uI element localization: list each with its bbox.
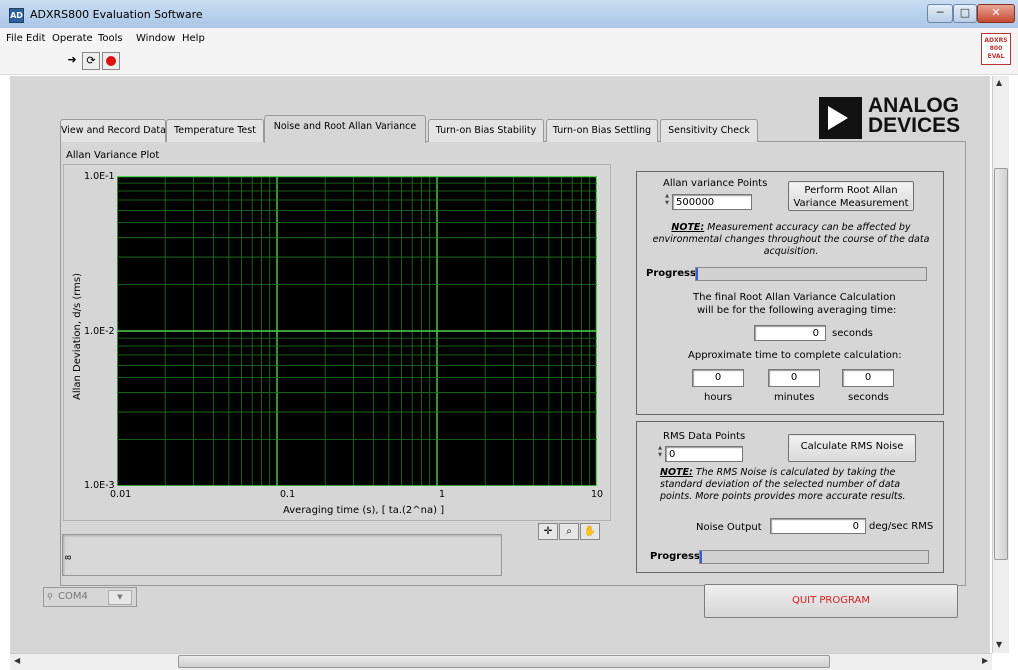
rms-note: NOTE: The RMS Noise is calculated by tak… xyxy=(660,467,928,503)
menu-tools[interactable]: Tools xyxy=(98,33,123,44)
vi-icon-line3: EVAL xyxy=(987,53,1005,60)
app-icon: AD xyxy=(9,8,24,23)
tab-temperature-test[interactable]: Temperature Test xyxy=(166,119,264,142)
rms-progress-fill xyxy=(700,551,703,563)
vi-icon-line2: 800 xyxy=(989,45,1003,52)
rms-progress-label: Progress xyxy=(650,551,700,562)
menu-window[interactable]: Window xyxy=(136,33,175,44)
allan-progress-bar xyxy=(695,267,927,281)
x-tick-label: 1 xyxy=(439,489,446,500)
logo-line1: ANALOG xyxy=(868,94,959,117)
noise-output-label: Noise Output xyxy=(696,522,762,533)
rms-points-input[interactable]: 0 xyxy=(665,446,743,462)
pan-hand-icon[interactable]: ✋ xyxy=(580,523,600,540)
seconds-display: 0 xyxy=(842,369,894,387)
allan-progress-fill xyxy=(696,268,699,280)
logo-line2: DEVICES xyxy=(868,114,961,137)
menu-edit[interactable]: Edit xyxy=(26,33,45,44)
tab-noise-and-root-allan-variance[interactable]: Noise and Root Allan Variance xyxy=(264,115,426,143)
averaging-time-unit: seconds xyxy=(832,328,873,339)
approx-time-label: Approximate time to complete calculation… xyxy=(688,350,902,361)
y-tick-label: 1.0E-2 xyxy=(84,326,115,337)
allan-points-label: Allan variance Points xyxy=(663,178,768,189)
menu-operate[interactable]: Operate xyxy=(52,33,93,44)
minutes-display: 0 xyxy=(768,369,820,387)
zoom-icon[interactable]: ⌕ xyxy=(559,523,579,540)
plot-area[interactable] xyxy=(117,176,597,486)
run-continuous-icon[interactable]: ⟳ xyxy=(82,52,100,70)
vi-icon-line1: ADXRS xyxy=(984,37,1008,44)
averaging-time-seconds-display: 0 xyxy=(754,325,826,341)
rms-points-label: RMS Data Points xyxy=(663,431,746,442)
allan-points-input[interactable]: 500000 xyxy=(672,194,752,210)
logo-triangle xyxy=(828,106,848,130)
rms-note-text: The RMS Noise is calculated by taking th… xyxy=(660,467,906,502)
rms-points-spinner-icon[interactable]: ▲ ▼ xyxy=(656,445,664,461)
noise-output-unit: deg/sec RMS xyxy=(869,521,934,532)
tab-sensitivity-check[interactable]: Sensitivity Check xyxy=(660,119,758,142)
noise-output-display: 0 xyxy=(770,518,866,534)
hours-label: hours xyxy=(704,392,733,403)
allan-note: NOTE: Measurement accuracy can be affect… xyxy=(648,222,934,258)
y-tick-label: 1.0E-1 xyxy=(84,171,115,182)
scroll-down-icon[interactable]: ▼ xyxy=(996,640,1002,649)
y-axis-label: Allan Deviation, d/s (rms) xyxy=(72,272,83,400)
minutes-label: minutes xyxy=(774,392,815,403)
final-calc-text-1: The final Root Allan Variance Calculatio… xyxy=(693,292,896,303)
com-port-select[interactable]: ⚲ COM4 ▼ xyxy=(43,587,137,607)
vertical-scroll-thumb[interactable] xyxy=(994,168,1008,560)
scroll-left-icon[interactable]: ◀ xyxy=(14,656,20,665)
crosshair-cursor-icon[interactable]: ✛ xyxy=(538,523,558,540)
menu-help[interactable]: Help xyxy=(182,33,205,44)
allan-note-heading: NOTE: xyxy=(671,222,705,233)
final-calc-text-2: will be for the following averaging time… xyxy=(697,305,897,316)
analog-devices-logo-text: ANALOG DEVICES xyxy=(868,94,961,137)
chevron-down-icon[interactable]: ▼ xyxy=(108,590,132,605)
rms-note-heading: NOTE: xyxy=(660,467,693,478)
hours-display: 0 xyxy=(692,369,744,387)
perform-root-allan-variance-button[interactable]: Perform Root Allan Variance Measurement xyxy=(788,181,914,211)
calculate-rms-noise-button[interactable]: Calculate RMS Noise xyxy=(788,434,916,462)
vi-icon: ADXRS 800 EVAL xyxy=(981,33,1011,65)
quit-program-button[interactable]: QUIT PROGRAM xyxy=(704,584,958,618)
tab-turn-on-bias-settling[interactable]: Turn-on Bias Settling xyxy=(546,119,658,142)
maximize-button[interactable]: □ xyxy=(953,4,977,23)
io-icon: ⚲ xyxy=(47,592,53,601)
toolbar xyxy=(0,50,1018,75)
com-port-value: COM4 xyxy=(58,591,88,602)
x-tick-label: 0.1 xyxy=(280,489,296,500)
x-tick-label: 10 xyxy=(591,489,604,500)
allan-progress-label: Progress xyxy=(646,268,696,279)
close-button[interactable]: ✕ xyxy=(977,4,1015,23)
graph-title: Allan Variance Plot xyxy=(66,150,160,161)
tab-turn-on-bias-stability[interactable]: Turn-on Bias Stability xyxy=(428,119,544,142)
scroll-up-icon[interactable]: ▲ xyxy=(996,78,1002,87)
abort-icon[interactable] xyxy=(102,52,120,70)
run-arrow-icon[interactable]: ➜ xyxy=(64,52,80,68)
graph-palette: ✛ ⌕ ✋ xyxy=(538,523,608,540)
seconds-label: seconds xyxy=(848,392,889,403)
menu-file[interactable]: File xyxy=(6,33,23,44)
allan-points-spinner-icon[interactable]: ▲ ▼ xyxy=(663,193,671,209)
window-title: ADXRS800 Evaluation Software xyxy=(30,8,203,21)
rms-progress-bar xyxy=(699,550,929,564)
status-box-label: 8 xyxy=(64,554,74,561)
status-message-box xyxy=(62,534,502,576)
minimize-button[interactable]: ─ xyxy=(927,4,953,23)
horizontal-scroll-thumb[interactable] xyxy=(178,655,830,668)
scroll-right-icon[interactable]: ▶ xyxy=(982,656,988,665)
x-tick-label: 0.01 xyxy=(110,489,132,500)
tab-view-and-record-data[interactable]: View and Record Data xyxy=(60,119,166,142)
x-axis-label: Averaging time (s), [ ta.(2^na) ] xyxy=(283,505,445,516)
